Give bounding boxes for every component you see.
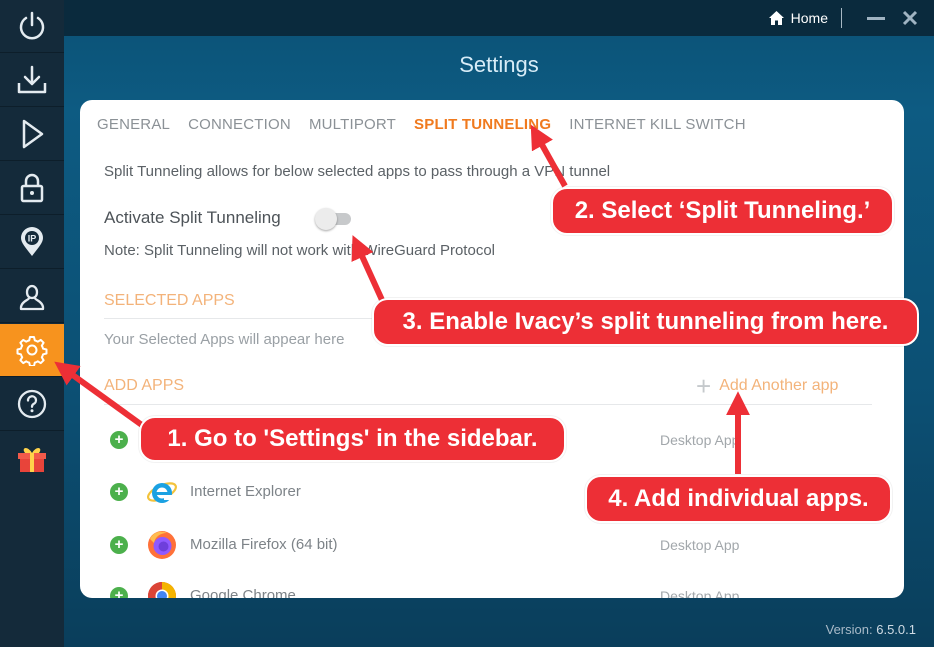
annotation-step-4: 4. Add individual apps. (585, 475, 892, 523)
add-another-app-button[interactable]: + Add Another app (696, 371, 839, 401)
chrome-icon (148, 582, 176, 598)
lock-icon (20, 173, 44, 203)
download-icon (17, 65, 47, 94)
add-another-app-label: Add Another app (719, 377, 839, 394)
close-button[interactable] (900, 8, 920, 28)
title-bar: Home (64, 0, 934, 36)
internet-explorer-icon (147, 482, 177, 503)
app-name: Internet Explorer (190, 483, 301, 500)
add-app-button[interactable]: + (110, 536, 128, 554)
selected-apps-placeholder: Your Selected Apps will appear here (104, 331, 345, 348)
list-item: + Mozilla Firefox (64 bit) Desktop App (108, 525, 868, 565)
close-icon (902, 10, 918, 26)
play-icon (22, 119, 44, 149)
wireguard-note: Note: Split Tunneling will not work with… (104, 242, 495, 259)
settings-tabs: GENERAL CONNECTION MULTIPORT SPLIT TUNNE… (97, 116, 746, 133)
plus-icon: + (696, 371, 712, 401)
sidebar-item-account[interactable] (0, 270, 64, 323)
sidebar-item-settings[interactable] (0, 324, 64, 377)
sidebar-item-power[interactable] (0, 0, 64, 53)
add-app-button[interactable]: + (110, 587, 128, 598)
firefox-icon (148, 531, 176, 559)
tab-internet-kill-switch[interactable]: INTERNET KILL SWITCH (569, 116, 746, 133)
app-name: Google Chrome (190, 587, 296, 598)
add-apps-heading: ADD APPS (104, 377, 185, 394)
add-app-button[interactable]: + (110, 431, 128, 449)
home-label: Home (790, 10, 828, 26)
app-type: Desktop App (660, 432, 740, 448)
power-icon (19, 11, 45, 40)
gift-icon (18, 447, 46, 472)
minimize-button[interactable] (866, 8, 886, 28)
sidebar: IP (0, 0, 64, 647)
version-label: Version: (825, 622, 873, 637)
sidebar-item-gift[interactable] (0, 432, 64, 485)
version-info: Version: 6.5.0.1 (826, 622, 916, 637)
version-value: 6.5.0.1 (876, 622, 916, 637)
toggle-knob (315, 208, 337, 230)
annotation-step-1: 1. Go to 'Settings' in the sidebar. (139, 416, 566, 462)
tab-split-tunneling[interactable]: SPLIT TUNNELING (414, 116, 551, 133)
sidebar-item-ip[interactable]: IP (0, 216, 64, 269)
sidebar-item-security[interactable] (0, 162, 64, 215)
tab-multiport[interactable]: MULTIPORT (309, 116, 396, 133)
app-type: Desktop App (660, 537, 740, 553)
home-icon (768, 11, 784, 25)
annotation-step-3: 3. Enable Ivacy’s split tunneling from h… (372, 298, 919, 346)
sidebar-item-connect[interactable] (0, 108, 64, 161)
svg-text:IP: IP (28, 234, 37, 244)
tab-connection[interactable]: CONNECTION (188, 116, 291, 133)
app-type: Desktop App (660, 588, 740, 598)
page-title: Settings (459, 52, 539, 77)
list-item: + Google Chrome Desktop App (108, 576, 868, 598)
activate-split-tunneling-label: Activate Split Tunneling (104, 208, 281, 227)
annotation-step-2: 2. Select ‘Split Tunneling.’ (551, 187, 894, 235)
app-name: Mozilla Firefox (64 bit) (190, 536, 338, 553)
selected-apps-heading: SELECTED APPS (104, 292, 235, 309)
divider (104, 404, 872, 405)
split-tunneling-description: Split Tunneling allows for below selecte… (104, 163, 611, 180)
tab-general[interactable]: GENERAL (97, 116, 170, 133)
gear-icon (16, 336, 48, 366)
settings-panel: GENERAL CONNECTION MULTIPORT SPLIT TUNNE… (80, 100, 904, 598)
help-icon (17, 389, 47, 419)
add-app-button[interactable]: + (110, 483, 128, 501)
ip-location-icon: IP (21, 227, 43, 256)
split-tunneling-toggle[interactable] (315, 208, 353, 230)
sidebar-item-download[interactable] (0, 54, 64, 107)
user-icon (19, 284, 45, 311)
title-bar-divider (841, 8, 842, 28)
sidebar-item-help[interactable] (0, 378, 64, 431)
home-button[interactable]: Home (768, 8, 828, 28)
